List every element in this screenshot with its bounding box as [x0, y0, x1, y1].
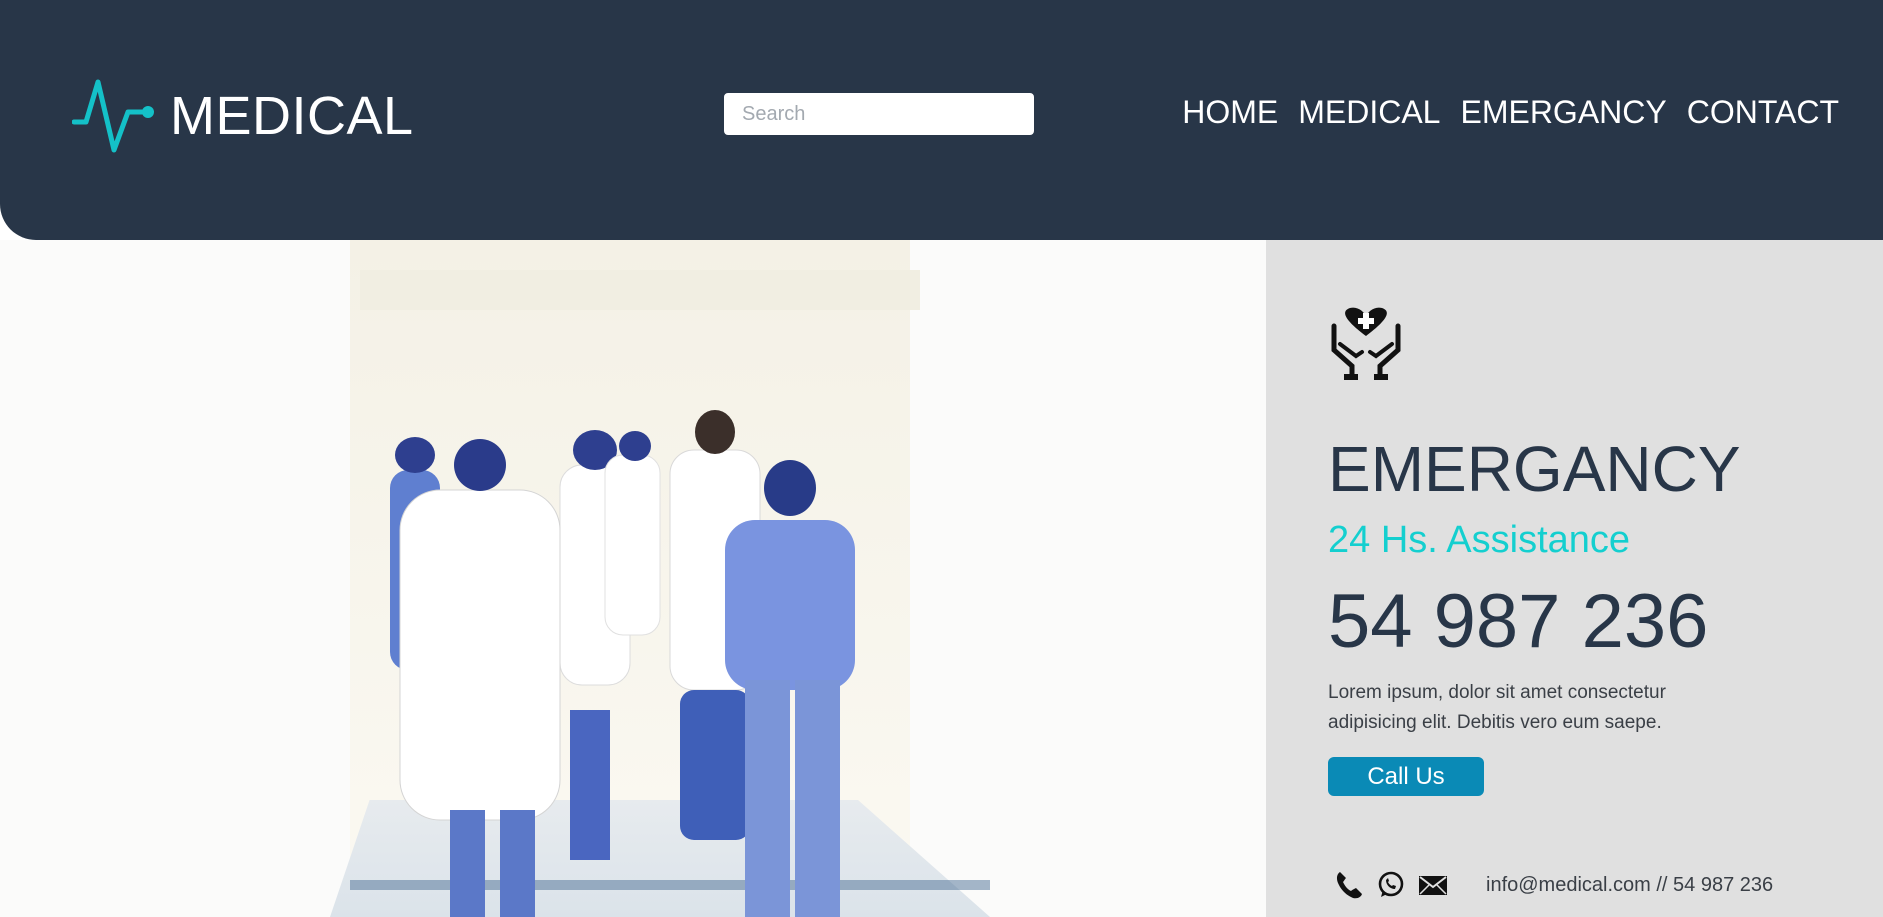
hero-image	[0, 240, 1266, 917]
brand-name: MEDICAL	[170, 86, 414, 146]
emergency-title: EMERGANCY	[1328, 433, 1741, 505]
nav-emergancy[interactable]: EMERGANCY	[1460, 94, 1666, 131]
whatsapp-icon[interactable]	[1376, 870, 1406, 900]
emergency-panel: EMERGANCY 24 Hs. Assistance 54 987 236 L…	[1266, 240, 1883, 917]
nav-medical[interactable]: MEDICAL	[1298, 94, 1440, 131]
phone-icon[interactable]	[1334, 870, 1364, 900]
call-us-button[interactable]: Call Us	[1328, 757, 1484, 796]
search-input[interactable]	[724, 93, 1034, 135]
emergency-description: Lorem ipsum, dolor sit amet consectetur …	[1328, 682, 1666, 733]
contact-info: info@medical.com // 54 987 236	[1486, 874, 1774, 896]
emergency-phone-number: 54 987 236	[1328, 579, 1709, 664]
brand-logo[interactable]: MEDICAL	[72, 74, 414, 158]
hero-medical-staff-illustration	[390, 410, 855, 917]
care-hands-heart-icon	[1331, 307, 1401, 380]
mail-icon[interactable]	[1418, 870, 1448, 900]
heartbeat-icon	[72, 79, 154, 153]
emergency-subtitle: 24 Hs. Assistance	[1328, 519, 1631, 561]
nav-contact[interactable]: CONTACT	[1687, 94, 1839, 131]
contact-icons	[1334, 870, 1448, 900]
hero-ceiling	[360, 270, 920, 310]
nav-home[interactable]: HOME	[1182, 94, 1278, 131]
site-header: MEDICAL HOME MEDICAL EMERGANCY CONTACT	[0, 0, 1883, 240]
main-nav: HOME MEDICAL EMERGANCY CONTACT	[1182, 94, 1839, 131]
